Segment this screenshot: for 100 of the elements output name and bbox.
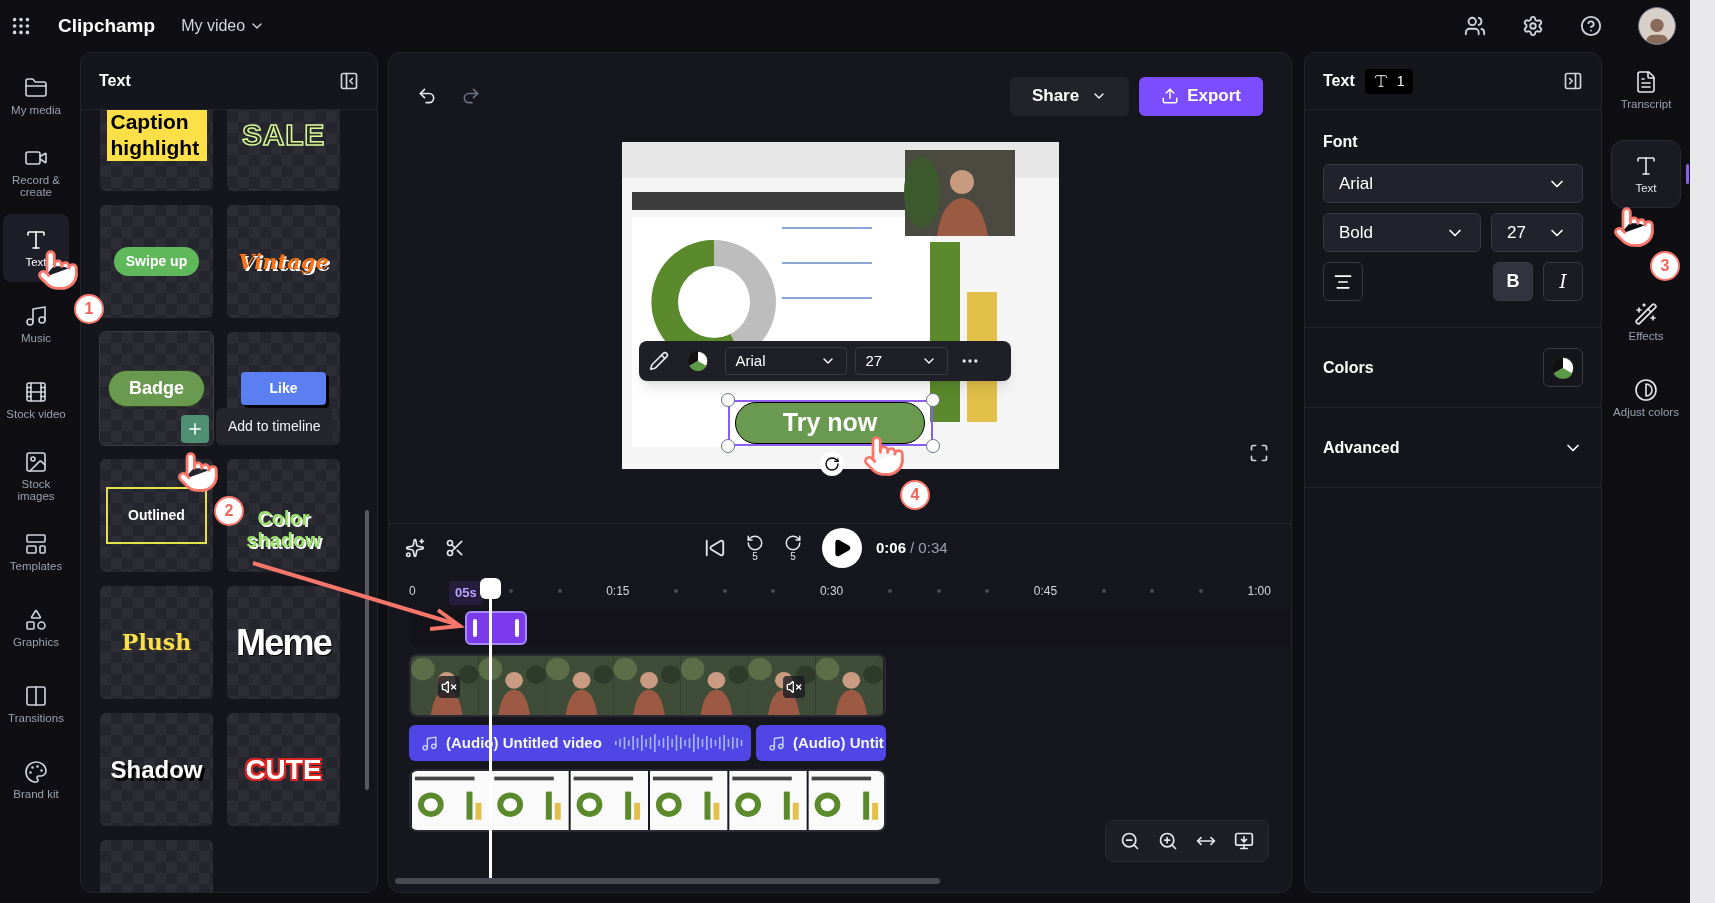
hand-pointer-icon [176, 450, 220, 494]
ruler-label: 0:45 [1033, 583, 1058, 600]
text-style-tile[interactable]: Shadow [100, 713, 213, 826]
sidebar-item[interactable]: Text [1611, 140, 1681, 208]
scrollbar[interactable] [365, 510, 369, 790]
app-launcher-icon[interactable] [10, 15, 32, 37]
weight-dropdown[interactable]: Bold [1323, 213, 1481, 252]
redo-icon[interactable] [461, 86, 481, 106]
music-note-icon [768, 734, 785, 752]
ruler-label: 0:15 [606, 583, 630, 600]
step-number: 1 [74, 294, 104, 324]
selection-count: 1 [1364, 68, 1413, 94]
project-name-menu[interactable]: My video [181, 14, 266, 38]
playhead-time: 05s [449, 581, 483, 605]
rewind-button[interactable]: 5 [746, 534, 764, 562]
magic-wand-icon [1634, 302, 1658, 326]
hand-pointer-icon [862, 434, 906, 478]
mute-icon[interactable] [438, 676, 460, 698]
color-wheel-icon [1551, 355, 1575, 380]
play-icon [832, 538, 852, 558]
tooltip: Add to timeline [216, 408, 333, 445]
layout-icon [24, 532, 48, 556]
people-icon[interactable] [1464, 15, 1486, 37]
sidebar-item[interactable]: Adjust colors [1611, 364, 1681, 432]
screen-down-icon[interactable] [1234, 831, 1254, 851]
folder-icon [24, 76, 48, 100]
play-button[interactable] [822, 528, 862, 568]
pencil-icon[interactable] [648, 351, 669, 371]
sidebar-item[interactable]: Templates [3, 518, 69, 586]
forward-button[interactable]: 5 [784, 534, 802, 562]
sidebar-item[interactable]: Transitions [3, 670, 69, 738]
zoom-out-icon[interactable] [1120, 831, 1140, 851]
split-square-icon [24, 684, 48, 708]
color-wheel-icon [686, 350, 709, 372]
sidebar-item[interactable]: Stock video [3, 366, 69, 434]
skip-back-icon[interactable] [704, 537, 726, 559]
step-number: 3 [1650, 251, 1680, 281]
collapse-panel-icon[interactable] [1563, 71, 1583, 91]
sidebar-item[interactable]: Stock images [3, 442, 69, 510]
sidebar-item[interactable]: My media [3, 62, 69, 130]
scrollbar[interactable] [395, 878, 940, 884]
italic-button[interactable]: I [1543, 262, 1583, 301]
avatar[interactable] [1638, 7, 1676, 45]
text-icon [1634, 154, 1658, 178]
add-button[interactable] [181, 415, 209, 443]
sparkles-icon[interactable] [405, 538, 425, 558]
text-style-tile[interactable]: Caption highlight [100, 110, 213, 191]
document-icon [1634, 70, 1658, 94]
music-note-icon [24, 304, 48, 328]
audio-clip[interactable]: (Audio) Untit [756, 725, 886, 761]
app-name: Clipchamp [58, 13, 156, 38]
zoom-in-icon[interactable] [1158, 831, 1178, 851]
text-clip[interactable] [465, 611, 527, 645]
panel-title: Text [99, 71, 131, 91]
sidebar-item[interactable]: Brand kit [3, 746, 69, 814]
sidebar-item[interactable]: Graphics [3, 594, 69, 662]
align-button[interactable] [1323, 262, 1363, 301]
active-indicator [1686, 164, 1689, 184]
share-button[interactable]: Share [1009, 76, 1130, 116]
settings-icon[interactable] [1522, 15, 1544, 37]
upload-icon [1161, 87, 1180, 105]
text-style-tile[interactable]: Meme [227, 586, 340, 699]
color-button[interactable] [1543, 348, 1583, 387]
hand-pointer-icon [1612, 205, 1656, 249]
section-title: Font [1323, 132, 1359, 152]
export-button[interactable]: Export [1139, 76, 1263, 116]
text-style-tile[interactable]: CUTE [227, 713, 340, 826]
current-time: 0:06 [876, 537, 907, 558]
font-dropdown[interactable]: Arial [724, 347, 847, 375]
collapse-panel-icon[interactable] [339, 71, 359, 91]
sidebar-item[interactable]: Record & create [3, 138, 69, 206]
scissors-icon[interactable] [445, 538, 465, 558]
text-icon [1372, 73, 1389, 89]
text-style-tile[interactable]: Vintage [227, 205, 340, 318]
fullscreen-icon[interactable] [1249, 443, 1269, 463]
mute-icon[interactable] [783, 676, 805, 698]
ruler-label: 1:00 [1247, 583, 1271, 600]
font-dropdown[interactable]: Arial [1323, 164, 1583, 203]
text-style-tile[interactable]: Plush [100, 586, 213, 699]
undo-icon[interactable] [417, 86, 437, 106]
help-icon[interactable] [1580, 15, 1602, 37]
size-dropdown[interactable]: 27 [1491, 213, 1583, 252]
ruler-label: 0 [409, 583, 416, 600]
total-time: / 0:34 [910, 537, 948, 558]
sidebar-item[interactable]: Transcript [1611, 56, 1681, 124]
ruler-label: 0:30 [819, 583, 844, 600]
size-dropdown[interactable]: 27 [854, 347, 948, 375]
film-icon [24, 380, 48, 404]
text-style-tile[interactable]: Outlined [100, 459, 213, 572]
advanced-section[interactable]: Advanced [1305, 408, 1601, 488]
sidebar-item[interactable]: Effects [1611, 288, 1681, 356]
music-note-icon [421, 734, 438, 752]
palette-icon [24, 760, 48, 784]
contrast-icon [1634, 378, 1658, 402]
shapes-icon [24, 608, 48, 632]
bold-button[interactable]: B [1493, 262, 1533, 301]
sidebar-item[interactable]: Music [3, 290, 69, 358]
text-icon [24, 228, 48, 252]
section-title: Colors [1323, 357, 1374, 378]
panel-title: Text [1323, 71, 1355, 91]
